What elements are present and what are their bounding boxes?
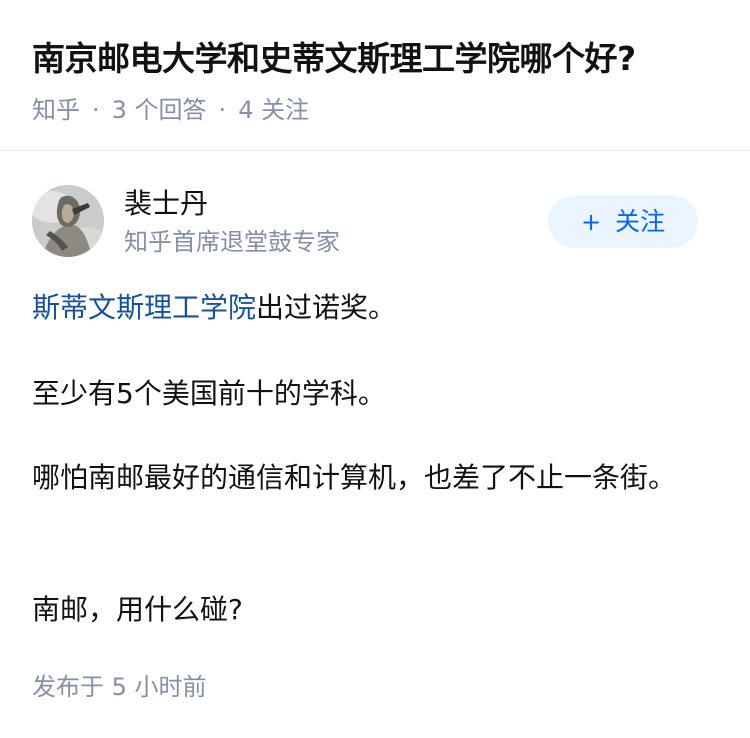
meta-separator: · — [92, 96, 100, 124]
question-header: 南京邮电大学和史蒂文斯理工学院哪个好? 知乎 · 3 个回答 · 4 关注 — [0, 0, 750, 151]
answer-paragraph: 至少有5个美国前十的学科。 — [32, 377, 386, 410]
follow-button[interactable]: + 关注 — [548, 195, 698, 248]
meta-separator: · — [218, 96, 227, 124]
answer-paragraph: 哪怕南邮最好的通信和计算机，也差了不止一条街。 — [32, 461, 677, 494]
author-name[interactable]: 裴士丹 — [124, 185, 208, 223]
plus-icon: + — [580, 208, 602, 236]
question-meta: 知乎 · 3 个回答 · 4 关注 — [32, 93, 309, 127]
follow-label: 关注 — [615, 207, 666, 236]
follower-count[interactable]: 4 关注 — [238, 96, 309, 124]
publish-time: 发布于 5 小时前 — [32, 673, 207, 701]
school-link[interactable]: 斯蒂文斯理工学院 — [32, 291, 256, 324]
author-info: 裴士丹 知乎首席退堂鼓专家 + 关注 — [0, 185, 750, 260]
question-source[interactable]: 知乎 — [32, 96, 80, 124]
question-title[interactable]: 南京邮电大学和史蒂文斯理工学院哪个好? — [32, 36, 636, 82]
answer-count[interactable]: 3 个回答 — [112, 96, 207, 124]
answer-paragraph: 斯蒂文斯理工学院出过诺奖。 — [32, 285, 692, 331]
answer-text: 出过诺奖。 — [256, 291, 397, 324]
avatar-image — [32, 185, 104, 257]
answer-paragraph: 南邮，用什么碰? — [32, 593, 243, 626]
avatar[interactable] — [32, 185, 104, 257]
author-headline: 知乎首席退堂鼓专家 — [124, 228, 340, 256]
